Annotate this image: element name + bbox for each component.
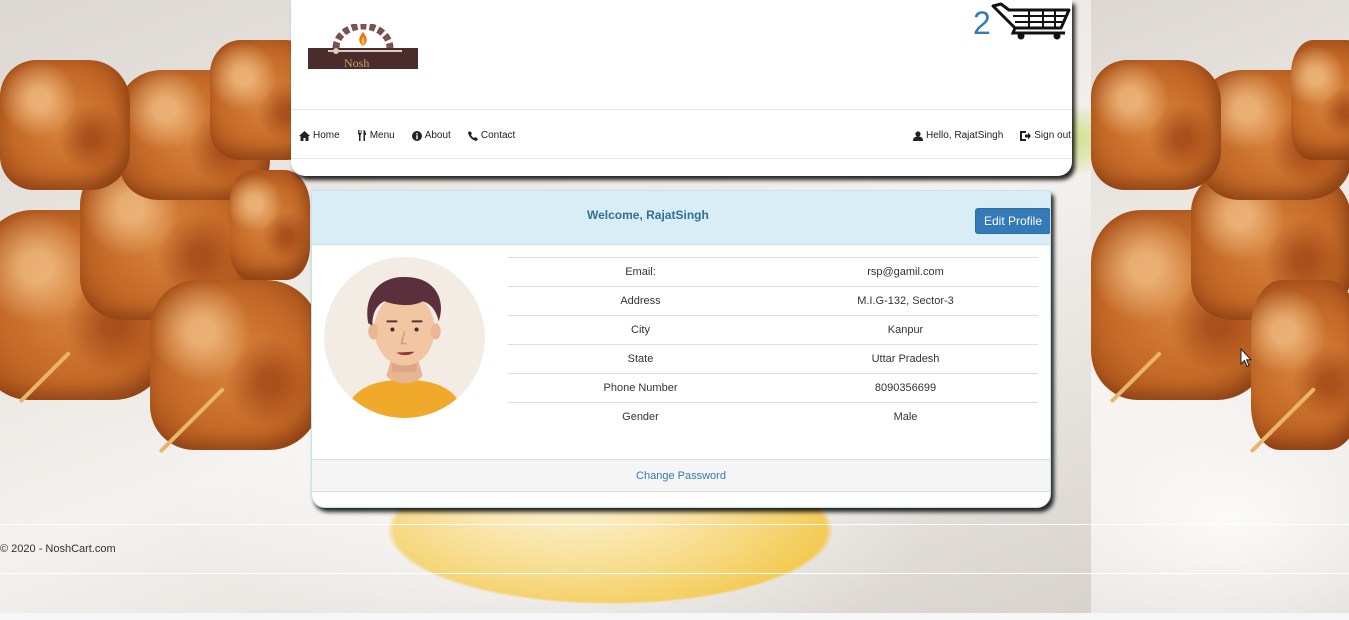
table-row: Phone Number 8090356699 — [508, 373, 1038, 403]
table-row: State Uttar Pradesh — [508, 344, 1038, 374]
info-icon — [411, 130, 422, 141]
state-value: Uttar Pradesh — [773, 344, 1038, 374]
logo-oven-icon: Nosh — [308, 22, 418, 70]
footer-copyright: © 2020 - NoshCart.com — [0, 543, 116, 555]
user-icon — [913, 130, 923, 141]
nav-user-label: Hello, RajatSingh — [926, 130, 1004, 141]
account-navigation: Hello, RajatSingh Sign out — [913, 130, 1071, 141]
welcome-message: Welcome, RajatSingh — [587, 208, 709, 222]
logo-text: Nosh — [344, 56, 369, 69]
nav-menu-label: Menu — [369, 130, 395, 141]
nav-about-link[interactable]: About — [411, 130, 451, 141]
address-value: M.I.G-132, Sector-3 — [773, 286, 1038, 316]
email-value: rsp@gamil.com — [773, 257, 1038, 287]
email-label: Email: — [508, 257, 773, 287]
nav-home-link[interactable]: Home — [299, 130, 340, 141]
footer-top-divider — [0, 524, 1349, 525]
cart-count[interactable]: 2 — [973, 5, 991, 42]
nav-menu-link[interactable]: Menu — [357, 130, 395, 141]
avatar — [324, 257, 485, 418]
table-row: Email: rsp@gamil.com — [508, 257, 1038, 287]
phone-label: Phone Number — [508, 373, 773, 403]
phone-value: 8090356699 — [773, 373, 1038, 403]
site-logo[interactable]: Nosh — [308, 22, 418, 70]
gender-value: Male — [773, 402, 1038, 432]
background-photo-repeat — [1091, 0, 1349, 615]
gender-label: Gender — [508, 402, 773, 432]
profile-details-table: Email: rsp@gamil.com Address M.I.G-132, … — [508, 257, 1038, 432]
home-icon — [299, 130, 310, 141]
state-label: State — [508, 344, 773, 374]
phone-icon — [467, 130, 478, 141]
city-label: City — [508, 315, 773, 345]
profile-panel: Welcome, RajatSingh Edit Profile Email: … — [311, 190, 1051, 508]
nav-signout-label: Sign out — [1034, 130, 1071, 141]
change-password-link[interactable]: Change Password — [636, 470, 726, 482]
table-row: Gender Male — [508, 402, 1038, 432]
nav-bottom-divider — [291, 158, 1072, 159]
address-label: Address — [508, 286, 773, 316]
nav-signout-link[interactable]: Sign out — [1020, 130, 1071, 141]
profile-panel-footer: Change Password — [312, 459, 1050, 492]
site-header: Nosh 2 Home Menu About Contact Hello, Ra… — [291, 0, 1072, 176]
table-row: Address M.I.G-132, Sector-3 — [508, 286, 1038, 316]
sign-out-icon — [1020, 130, 1032, 141]
nav-about-label: About — [424, 130, 451, 141]
nav-user-greeting[interactable]: Hello, RajatSingh — [913, 130, 1003, 141]
nav-top-divider — [291, 109, 1072, 110]
nav-contact-label: Contact — [480, 130, 516, 141]
mouse-cursor-icon — [1240, 348, 1252, 368]
main-navigation: Home Menu About Contact — [299, 130, 532, 141]
shopping-cart-icon[interactable] — [991, 2, 1073, 40]
city-value: Kanpur — [773, 315, 1038, 345]
table-row: City Kanpur — [508, 315, 1038, 345]
edit-profile-button[interactable]: Edit Profile — [975, 208, 1050, 234]
profile-panel-heading: Welcome, RajatSingh Edit Profile — [312, 191, 1050, 245]
nav-home-label: Home — [313, 130, 340, 141]
page-bottom-strip — [0, 613, 1349, 620]
nav-contact-link[interactable]: Contact — [467, 130, 516, 141]
footer-bottom-divider — [0, 573, 1349, 574]
cutlery-icon — [357, 130, 366, 141]
